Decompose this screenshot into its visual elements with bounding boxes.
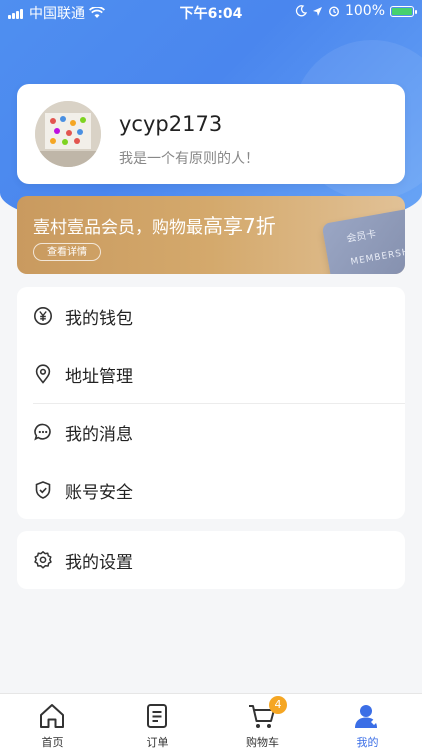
home-icon [40,704,64,728]
card-text: MEMBERSHI [349,246,405,268]
avatar[interactable] [35,101,101,167]
status-bar: 中国联通 下午6:04 100% [0,0,422,24]
battery-icon [390,5,417,17]
banner-title: 壹村壹品会员，购物最高享7折 [33,210,276,239]
menu-item-address[interactable]: 地址管理 [17,345,405,403]
account-menu: 我的钱包 地址管理 我的消息 账号安全 [17,287,405,519]
menu-item-settings[interactable]: 我的设置 [17,531,405,589]
shield-check-icon [35,481,51,499]
message-icon [34,423,51,441]
tab-label: 首页 [41,736,64,749]
profile-card[interactable]: ycyp2173 我是一个有原则的人！ [17,84,405,184]
moon-icon [295,5,307,17]
menu-item-label: 我的设置 [65,553,133,573]
tab-label: 我的 [356,736,379,749]
menu-item-label: 账号安全 [65,483,133,503]
yen-icon [34,307,52,325]
menu-item-label: 我的消息 [65,425,133,445]
banner-title-highlight: 高享7折 [203,214,276,238]
membership-card-graphic: 会员卡 MEMBERSHI [321,204,405,274]
location-pin-icon [35,364,51,384]
settings-menu: 我的设置 [17,531,405,589]
alarm-icon [328,6,339,17]
menu-item-label: 我的钱包 [65,309,133,329]
menu-item-wallet[interactable]: 我的钱包 [17,287,405,345]
tab-mine[interactable]: 我的 [315,694,420,750]
membership-banner[interactable]: 壹村壹品会员，购物最高享7折 查看详情 会员卡 MEMBERSHI [17,196,405,274]
gear-icon [34,551,52,569]
tab-cart[interactable]: 4 购物车 [210,694,315,750]
bottom-tab-bar: 首页 订单 4 购物车 我的 [0,693,422,750]
card-title: 会员卡 [345,228,378,245]
menu-item-messages[interactable]: 我的消息 [17,403,405,461]
tab-home[interactable]: 首页 [0,694,105,750]
banner-title-prefix: 壹村壹品会员，购物最 [33,218,203,238]
user-icon [355,705,377,728]
user-motto: 我是一个有原则的人！ [119,151,259,167]
menu-item-label: 地址管理 [65,367,133,387]
cart-badge: 4 [269,696,287,714]
order-icon [147,704,167,728]
tab-orders[interactable]: 订单 [105,694,210,750]
tab-label: 订单 [146,736,169,749]
battery-percent: 100% [344,3,385,19]
menu-item-security[interactable]: 账号安全 [17,461,405,519]
tab-label: 购物车 [246,736,279,749]
location-arrow-icon [312,6,322,16]
username: ycyp2173 [119,112,223,136]
view-details-button[interactable]: 查看详情 [33,243,101,261]
